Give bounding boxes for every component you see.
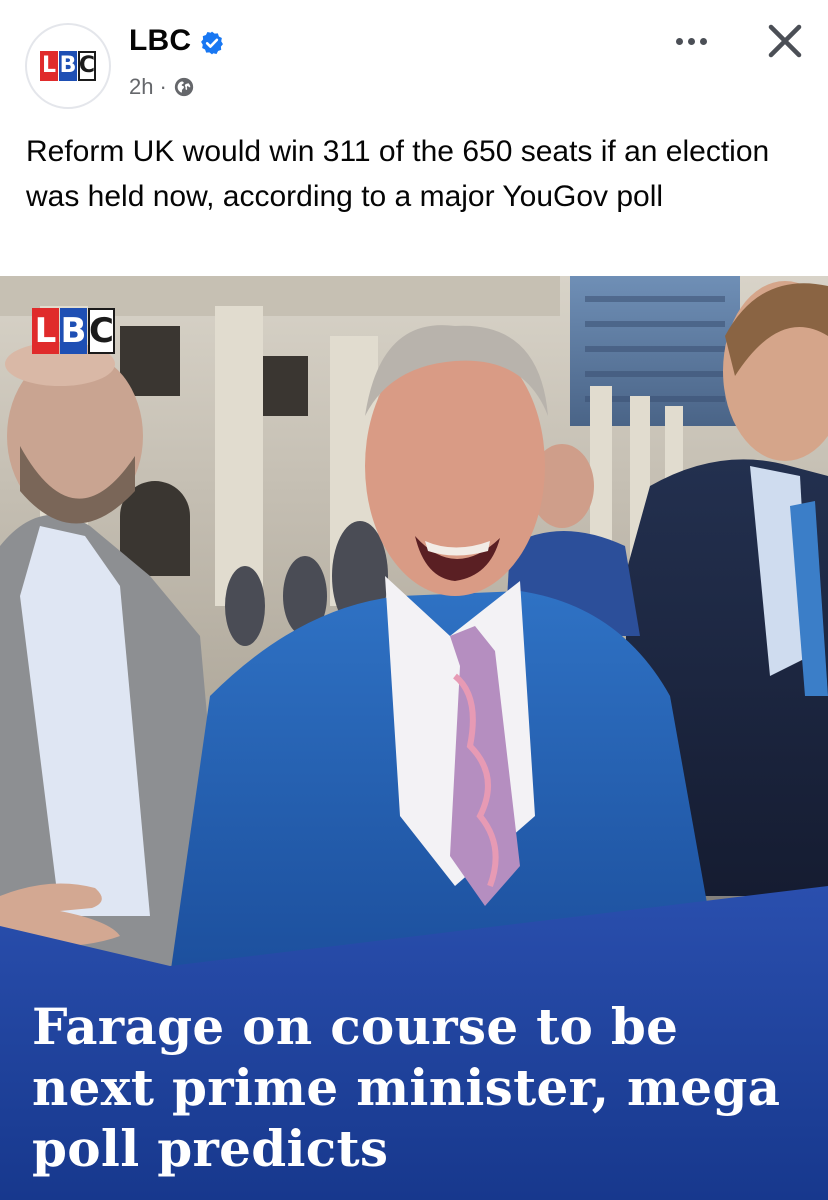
more-dot: [687, 37, 695, 45]
logo-letter-c: C: [88, 308, 115, 354]
globe-icon[interactable]: [173, 76, 195, 98]
post-caption: Reform UK would win 311 of the 650 seats…: [26, 135, 770, 213]
more-dot: [675, 37, 683, 45]
logo-letter-l: L: [40, 51, 58, 81]
lbc-watermark-logo: L B C: [32, 308, 115, 354]
news-photo-illustration: [0, 276, 828, 1200]
close-icon[interactable]: [764, 20, 806, 62]
meta-separator: ·: [159, 74, 167, 99]
page-name[interactable]: LBC: [129, 24, 191, 58]
verified-badge-icon: [201, 31, 223, 55]
logo-letter-b: B: [59, 51, 77, 81]
logo-letter-l: L: [32, 308, 59, 354]
more-dot: [699, 37, 707, 45]
post-image[interactable]: L B C Farage on course to be next prime …: [0, 276, 828, 1200]
logo-letter-c: C: [78, 51, 96, 81]
post-header: L B C LBC 2h ·: [0, 0, 828, 120]
page-avatar[interactable]: L B C: [25, 23, 111, 109]
post-time[interactable]: 2h: [129, 74, 153, 100]
logo-letter-b: B: [60, 308, 87, 354]
lbc-logo: L B C: [40, 51, 96, 81]
more-options-icon[interactable]: [668, 24, 714, 58]
post-meta: 2h ·: [129, 74, 195, 100]
